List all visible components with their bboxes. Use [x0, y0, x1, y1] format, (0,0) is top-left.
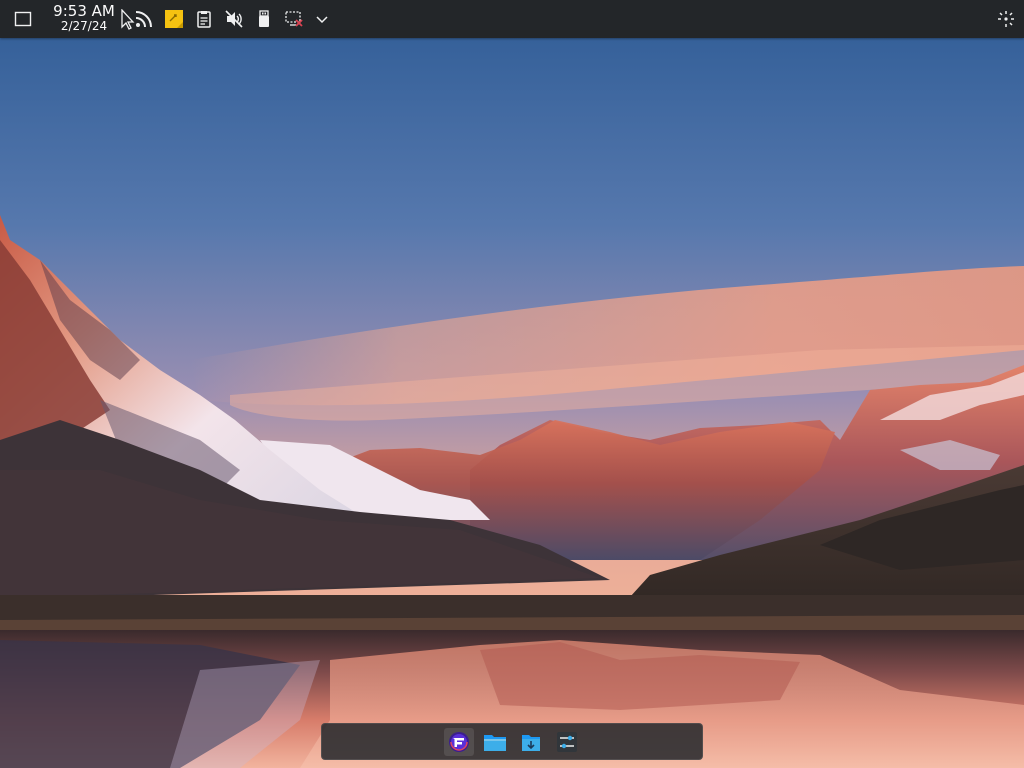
- sticky-notes-icon[interactable]: [160, 5, 188, 33]
- clipboard-icon[interactable]: [190, 5, 218, 33]
- firefox-icon[interactable]: [444, 728, 474, 756]
- desktop[interactable]: 9:53 AM 2/27/24: [0, 0, 1024, 768]
- volume-muted-icon[interactable]: [220, 5, 248, 33]
- downloads-folder-icon[interactable]: [516, 728, 546, 756]
- show-desktop-icon[interactable]: [9, 5, 37, 33]
- clock-date: 2/27/24: [60, 19, 108, 33]
- clock-time: 9:53 AM: [53, 2, 115, 20]
- network-feed-icon[interactable]: [130, 5, 158, 33]
- expand-tray-chevron-icon[interactable]: [308, 5, 336, 33]
- edit-mode-icon[interactable]: [992, 5, 1020, 33]
- files-folder-icon[interactable]: [480, 728, 510, 756]
- desktop-wallpaper: [0, 0, 1024, 768]
- display-disconnected-icon[interactable]: [280, 5, 308, 33]
- usb-device-icon[interactable]: [250, 5, 278, 33]
- settings-icon[interactable]: [552, 728, 582, 756]
- top-panel: 9:53 AM 2/27/24: [0, 0, 1024, 38]
- dock-panel: [321, 723, 703, 760]
- digital-clock[interactable]: 9:53 AM 2/27/24: [50, 3, 118, 35]
